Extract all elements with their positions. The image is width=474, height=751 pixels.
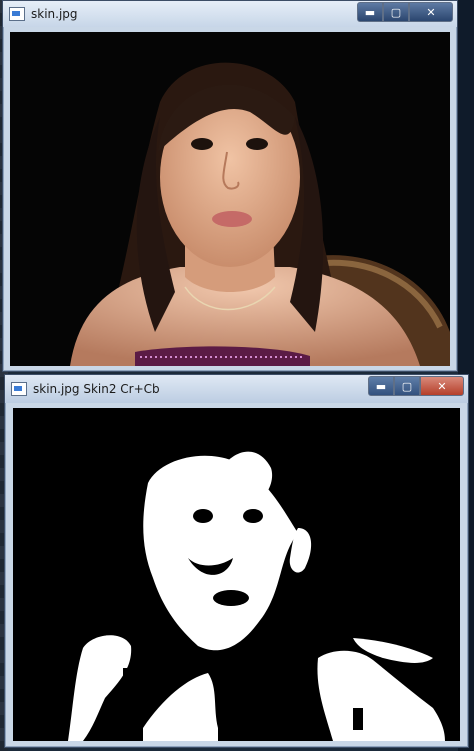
- image-canvas-skin-mask[interactable]: [13, 408, 460, 741]
- maximize-icon: ▢: [390, 5, 402, 19]
- window-controls: ▬ ▢ ✕: [357, 2, 453, 22]
- minimize-icon: ▬: [375, 379, 387, 393]
- close-button[interactable]: ✕: [409, 2, 453, 22]
- close-button[interactable]: ✕: [420, 376, 464, 396]
- maximize-button[interactable]: ▢: [394, 376, 420, 396]
- maximize-icon: ▢: [401, 379, 413, 393]
- window-app-icon: [9, 7, 25, 21]
- minimize-button[interactable]: ▬: [357, 2, 383, 22]
- window-controls: ▬ ▢ ✕: [368, 376, 464, 396]
- maximize-button[interactable]: ▢: [383, 2, 409, 22]
- title-bar[interactable]: skin.jpg ▬ ▢ ✕: [3, 1, 457, 27]
- title-bar[interactable]: skin.jpg Skin2 Cr+Cb ▬ ▢ ✕: [5, 375, 468, 403]
- close-icon: ✕: [437, 379, 447, 393]
- close-icon: ✕: [426, 5, 436, 19]
- minimize-icon: ▬: [364, 5, 376, 19]
- image-window-original[interactable]: skin.jpg ▬ ▢ ✕: [2, 0, 458, 372]
- image-canvas-original[interactable]: [10, 32, 450, 366]
- minimize-button[interactable]: ▬: [368, 376, 394, 396]
- window-app-icon: [11, 382, 27, 396]
- image-window-skin-mask[interactable]: skin.jpg Skin2 Cr+Cb ▬ ▢ ✕: [4, 374, 469, 748]
- window-title: skin.jpg Skin2 Cr+Cb: [33, 382, 160, 396]
- portrait-photo: [10, 32, 450, 366]
- window-title: skin.jpg: [31, 7, 78, 21]
- skin-mask-image: [13, 408, 460, 741]
